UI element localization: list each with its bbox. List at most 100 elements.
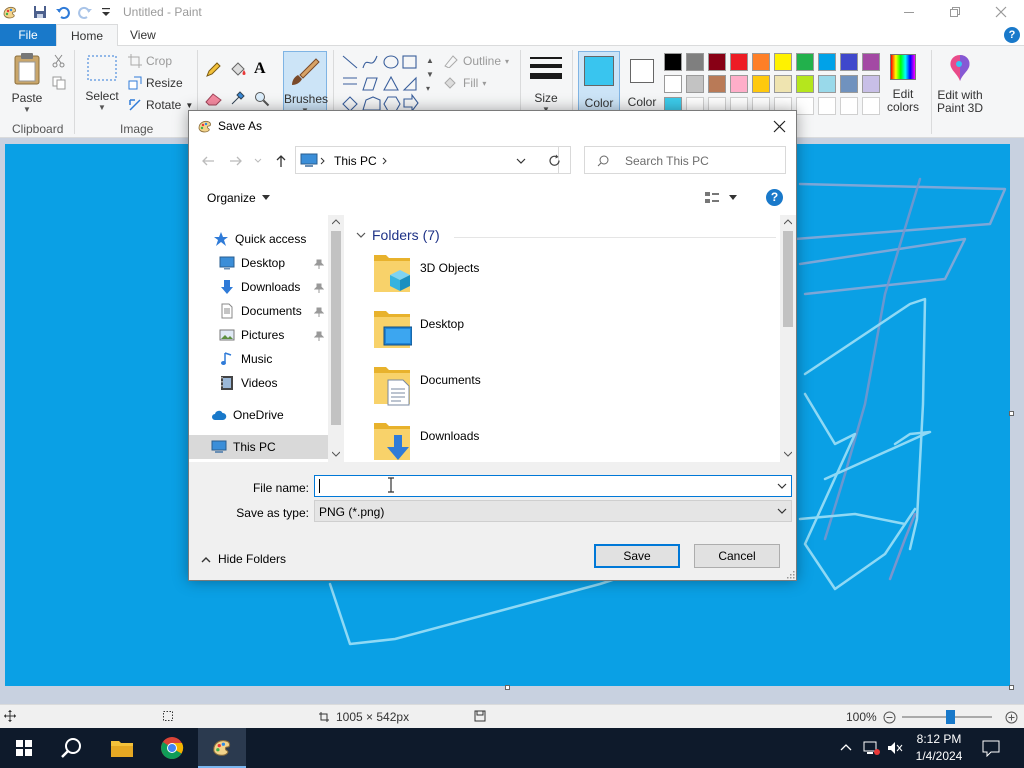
paste-button[interactable]: Paste ▼ [8, 52, 46, 114]
palette-swatch[interactable] [862, 75, 880, 93]
palette-swatch[interactable] [796, 75, 814, 93]
scroll-down-icon[interactable] [784, 451, 792, 457]
palette-swatch[interactable] [664, 53, 682, 71]
notifications-icon[interactable] [982, 739, 1000, 757]
palette-swatch-empty[interactable] [818, 97, 836, 115]
resize-grip-icon[interactable] [786, 570, 795, 579]
edit-colors-button[interactable]: Edit colors [880, 54, 926, 114]
color-picker-icon[interactable] [230, 90, 246, 106]
palette-swatch[interactable] [686, 75, 704, 93]
resize-handle-corner[interactable] [1009, 685, 1014, 690]
crop-button[interactable]: Crop [128, 54, 172, 68]
palette-swatch[interactable] [752, 53, 770, 71]
eraser-icon[interactable] [205, 92, 223, 106]
nav-item-music[interactable]: Music [189, 347, 328, 371]
nav-pane-scrollbar[interactable] [328, 215, 344, 462]
organize-button[interactable]: Organize [207, 191, 270, 205]
chevron-up-icon[interactable] [840, 742, 852, 754]
select-button[interactable]: Select ▼ [82, 54, 122, 112]
search-box[interactable]: Search This PC [584, 146, 786, 174]
save-as-type-select[interactable]: PNG (*.png) [314, 500, 792, 522]
view-options-icon[interactable] [704, 191, 720, 205]
help-icon[interactable]: ? [1004, 27, 1020, 43]
fill-button[interactable]: Fill ▾ [443, 76, 486, 90]
file-name-dropdown-chevron-icon[interactable] [777, 483, 787, 490]
rotate-button[interactable]: Rotate ▼ [128, 98, 193, 112]
nav-item-quick-access[interactable]: Quick access [189, 227, 328, 251]
palette-swatch[interactable] [862, 53, 880, 71]
chevron-right-icon[interactable] [382, 157, 388, 165]
resize-handle-bottom[interactable] [505, 685, 510, 690]
file-list-scrollbar[interactable] [780, 215, 796, 462]
palette-swatch[interactable] [708, 75, 726, 93]
palette-swatch[interactable] [840, 75, 858, 93]
recent-locations-chevron-icon[interactable] [254, 157, 262, 165]
palette-swatch[interactable] [686, 53, 704, 71]
paint-taskbar-button[interactable] [198, 728, 246, 768]
nav-item-onedrive[interactable]: OneDrive [189, 403, 328, 427]
folder-item[interactable]: Downloads [372, 419, 672, 462]
zoom-out-icon[interactable] [883, 711, 896, 724]
palette-swatch[interactable] [818, 75, 836, 93]
resize-handle-right[interactable] [1009, 411, 1014, 416]
palette-swatch[interactable] [730, 75, 748, 93]
scroll-up-icon[interactable] [784, 219, 792, 225]
maximize-button[interactable] [932, 0, 978, 24]
network-icon[interactable] [862, 740, 880, 756]
dialog-close-button[interactable] [766, 113, 792, 139]
zoom-slider-thumb[interactable] [946, 710, 955, 724]
minimize-button[interactable] [886, 0, 932, 24]
palette-swatch[interactable] [840, 53, 858, 71]
tab-file[interactable]: File [0, 24, 56, 46]
forward-arrow-icon[interactable] [229, 154, 243, 168]
folder-item[interactable]: Documents [372, 363, 672, 413]
zoom-in-icon[interactable] [1005, 711, 1018, 724]
tab-home[interactable]: Home [56, 24, 119, 47]
redo-icon[interactable] [77, 4, 93, 20]
scroll-down-icon[interactable] [332, 451, 340, 457]
outline-button[interactable]: Outline ▾ [443, 54, 509, 68]
refresh-button[interactable] [539, 146, 571, 174]
address-dropdown-chevron-icon[interactable] [516, 157, 526, 165]
folders-group-header[interactable]: Folders (7) [356, 227, 440, 243]
start-button[interactable] [0, 728, 48, 768]
palette-swatch[interactable] [774, 75, 792, 93]
palette-swatch[interactable] [730, 53, 748, 71]
palette-swatch[interactable] [708, 53, 726, 71]
file-explorer-taskbar-button[interactable] [98, 728, 146, 768]
file-scroll-thumb[interactable] [783, 231, 793, 327]
pencil-icon[interactable] [205, 62, 221, 78]
copy-icon[interactable] [52, 76, 66, 90]
address-location[interactable]: This PC [334, 154, 377, 168]
view-chevron-icon[interactable] [729, 195, 737, 201]
hide-folders-button[interactable]: Hide Folders [201, 552, 286, 566]
system-clock[interactable]: 8:12 PM 1/4/2024 [908, 731, 970, 765]
shapes-scroll-icon[interactable]: ▲ ▼ ▾ [426, 54, 434, 96]
fill-bucket-icon[interactable] [229, 62, 247, 78]
palette-swatch[interactable] [752, 75, 770, 93]
address-bar[interactable]: This PC [295, 146, 559, 174]
save-icon[interactable] [32, 4, 48, 20]
close-window-button[interactable] [978, 0, 1024, 24]
nav-item-pictures[interactable]: Pictures [189, 323, 328, 347]
help-icon[interactable]: ? [766, 189, 783, 206]
text-tool-icon[interactable]: A [254, 60, 266, 78]
dialog-title-bar[interactable]: Save As [189, 111, 796, 141]
nav-item-videos[interactable]: Videos [189, 371, 328, 395]
palette-swatch-empty[interactable] [862, 97, 880, 115]
nav-item-this-pc[interactable]: This PC [189, 435, 328, 459]
resize-button[interactable]: Resize [128, 76, 183, 90]
size-button[interactable]: Size ▼ [526, 54, 566, 114]
palette-swatch-empty[interactable] [796, 97, 814, 115]
back-arrow-icon[interactable] [201, 154, 215, 168]
cancel-button[interactable]: Cancel [694, 544, 780, 568]
customize-quick-access-icon[interactable] [98, 4, 114, 20]
search-taskbar-button[interactable] [48, 728, 96, 768]
scroll-up-icon[interactable] [332, 219, 340, 225]
palette-swatch[interactable] [796, 53, 814, 71]
up-arrow-icon[interactable] [274, 154, 288, 168]
tab-view[interactable]: View [116, 24, 170, 46]
folder-item[interactable]: 3D Objects [372, 251, 672, 301]
nav-item-downloads[interactable]: Downloads [189, 275, 328, 299]
volume-muted-icon[interactable] [886, 740, 904, 756]
